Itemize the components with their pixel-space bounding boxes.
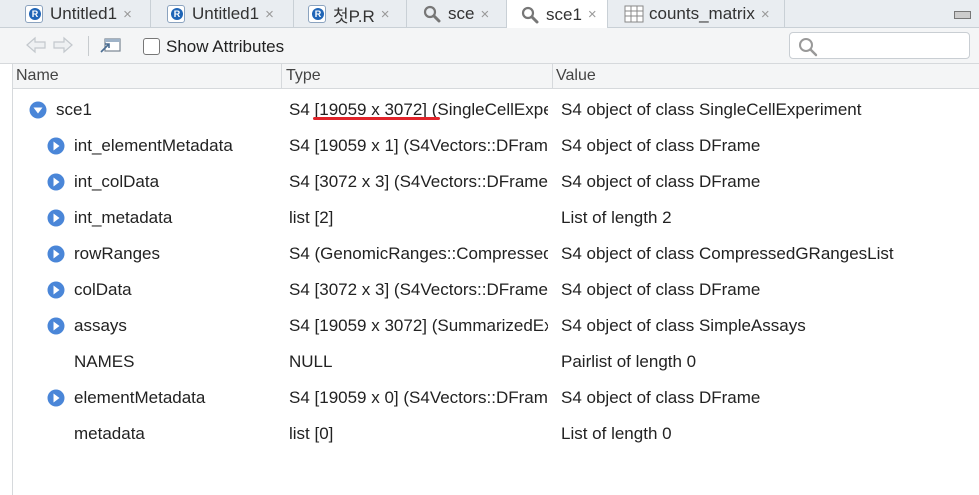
expand-arrow-icon[interactable] xyxy=(47,245,65,263)
toolbar: Show Attributes xyxy=(0,28,979,64)
tab-label: 첫P.R xyxy=(333,6,375,26)
row-name: int_metadata xyxy=(74,208,173,227)
close-icon[interactable]: × xyxy=(761,6,770,23)
tab-label: sce1 xyxy=(546,4,582,24)
magnifier-icon xyxy=(521,6,539,24)
expand-arrow-icon[interactable] xyxy=(47,281,65,299)
row-value: Pairlist of length 0 xyxy=(561,352,697,371)
row-type: S4 (GenomicRanges::CompressedGRangesList… xyxy=(289,244,548,263)
search-icon xyxy=(799,38,818,57)
tab-sce[interactable]: sce × xyxy=(407,0,507,28)
row-name: assays xyxy=(74,316,127,335)
tree-row-int-metadata[interactable]: int_metadata list [2] List of length 2 xyxy=(13,200,979,236)
tab-label: Untitled1 xyxy=(192,4,260,23)
tab-label: counts_matrix xyxy=(649,4,755,23)
row-name: NAMES xyxy=(74,352,135,371)
tab-untitled1-b[interactable]: Untitled1 × xyxy=(151,0,294,28)
row-name: int_elementMetadata xyxy=(74,136,233,155)
row-value: S4 object of class DFrame xyxy=(561,172,761,191)
show-attributes-checkbox[interactable] xyxy=(143,38,160,55)
row-type: S4 [19059 x 1] (S4Vectors::DFrame) xyxy=(289,136,548,155)
row-value: S4 object of class SimpleAssays xyxy=(561,316,806,335)
row-value: List of length 0 xyxy=(561,424,672,443)
expand-arrow-icon[interactable] xyxy=(47,209,65,227)
object-tree: sce1 S4 [19059 x 3072] (SingleCellExperi… xyxy=(13,92,979,452)
row-type: S4 [3072 x 3] (S4Vectors::DFrame) xyxy=(289,172,548,191)
magnifier-icon xyxy=(423,5,441,23)
tab-sce1[interactable]: sce1 × xyxy=(507,0,608,29)
tree-row-names[interactable]: NAMES NULL Pairlist of length 0 xyxy=(13,344,979,380)
expand-arrow-icon[interactable] xyxy=(47,173,65,191)
row-name: int_colData xyxy=(74,172,160,191)
expand-arrow-icon[interactable] xyxy=(47,317,65,335)
forward-arrow-icon[interactable] xyxy=(52,36,74,54)
expand-arrow-icon[interactable] xyxy=(47,137,65,155)
tab-bar: Untitled1 × Untitled1 × 첫P.R × sce × sce… xyxy=(0,0,979,29)
row-value: List of length 2 xyxy=(561,208,672,227)
row-value: S4 object of class DFrame xyxy=(561,280,761,299)
tab-label: sce xyxy=(448,4,475,23)
tree-row-rowranges[interactable]: rowRanges S4 (GenomicRanges::CompressedG… xyxy=(13,236,979,272)
collapse-arrow-icon[interactable] xyxy=(29,101,47,119)
row-type: NULL xyxy=(289,352,333,371)
tab-counts-matrix[interactable]: counts_matrix × xyxy=(608,0,785,28)
tab-first-p-r[interactable]: 첫P.R × xyxy=(294,0,407,28)
close-icon[interactable]: × xyxy=(381,6,390,23)
close-icon[interactable]: × xyxy=(123,6,132,23)
expand-arrow-icon[interactable] xyxy=(47,389,65,407)
grid-icon xyxy=(624,5,644,23)
close-icon[interactable]: × xyxy=(588,6,597,23)
row-type: list [2] xyxy=(289,208,334,227)
column-header: Name Type Value xyxy=(12,64,979,89)
row-name: metadata xyxy=(74,424,145,443)
restore-pane-icon[interactable] xyxy=(954,11,971,19)
row-type: S4 [19059 x 3072] (SummarizedExperiment:… xyxy=(289,316,548,335)
close-icon[interactable]: × xyxy=(265,6,274,23)
column-value-header[interactable]: Value xyxy=(556,67,596,85)
row-type: S4 [3072 x 3] (S4Vectors::DFrame) xyxy=(289,280,548,299)
row-value: S4 object of class SingleCellExperiment xyxy=(561,100,862,119)
column-divider[interactable] xyxy=(552,64,553,89)
popout-window-icon[interactable] xyxy=(100,36,122,54)
r-script-icon xyxy=(167,5,185,23)
show-attributes-label: Show Attributes xyxy=(166,37,285,56)
tab-untitled1-a[interactable]: Untitled1 × xyxy=(17,0,151,28)
tree-row-metadata[interactable]: metadata list [0] List of length 0 xyxy=(13,416,979,452)
column-type-header[interactable]: Type xyxy=(286,67,321,85)
tab-label: Untitled1 xyxy=(50,4,118,23)
tree-row-int-elementmetadata[interactable]: int_elementMetadata S4 [19059 x 1] (S4Ve… xyxy=(13,128,979,164)
search-input[interactable] xyxy=(789,32,970,59)
tree-row-sce1[interactable]: sce1 S4 [19059 x 3072] (SingleCellExperi… xyxy=(13,92,979,128)
row-value: S4 object of class CompressedGRangesList xyxy=(561,244,894,263)
row-name: elementMetadata xyxy=(74,388,206,407)
back-arrow-icon[interactable] xyxy=(25,36,47,54)
row-value: S4 object of class DFrame xyxy=(561,136,761,155)
column-divider[interactable] xyxy=(281,64,282,89)
red-annotation-underline xyxy=(313,117,440,120)
close-icon[interactable]: × xyxy=(480,6,489,23)
row-name: sce1 xyxy=(56,100,92,119)
row-name: colData xyxy=(74,280,132,299)
tree-row-elementmetadata[interactable]: elementMetadata S4 [19059 x 0] (S4Vector… xyxy=(13,380,979,416)
r-script-icon xyxy=(25,5,43,23)
row-type: list [0] xyxy=(289,424,334,443)
row-name: rowRanges xyxy=(74,244,160,263)
row-type: S4 [19059 x 0] (S4Vectors::DFrame) xyxy=(289,388,548,407)
tree-row-coldata[interactable]: colData S4 [3072 x 3] (S4Vectors::DFrame… xyxy=(13,272,979,308)
toolbar-divider xyxy=(88,36,89,56)
row-value: S4 object of class DFrame xyxy=(561,388,761,407)
r-script-icon xyxy=(308,5,326,23)
column-name-header[interactable]: Name xyxy=(16,67,59,85)
tree-row-assays[interactable]: assays S4 [19059 x 3072] (SummarizedExpe… xyxy=(13,308,979,344)
tree-row-int-coldata[interactable]: int_colData S4 [3072 x 3] (S4Vectors::DF… xyxy=(13,164,979,200)
